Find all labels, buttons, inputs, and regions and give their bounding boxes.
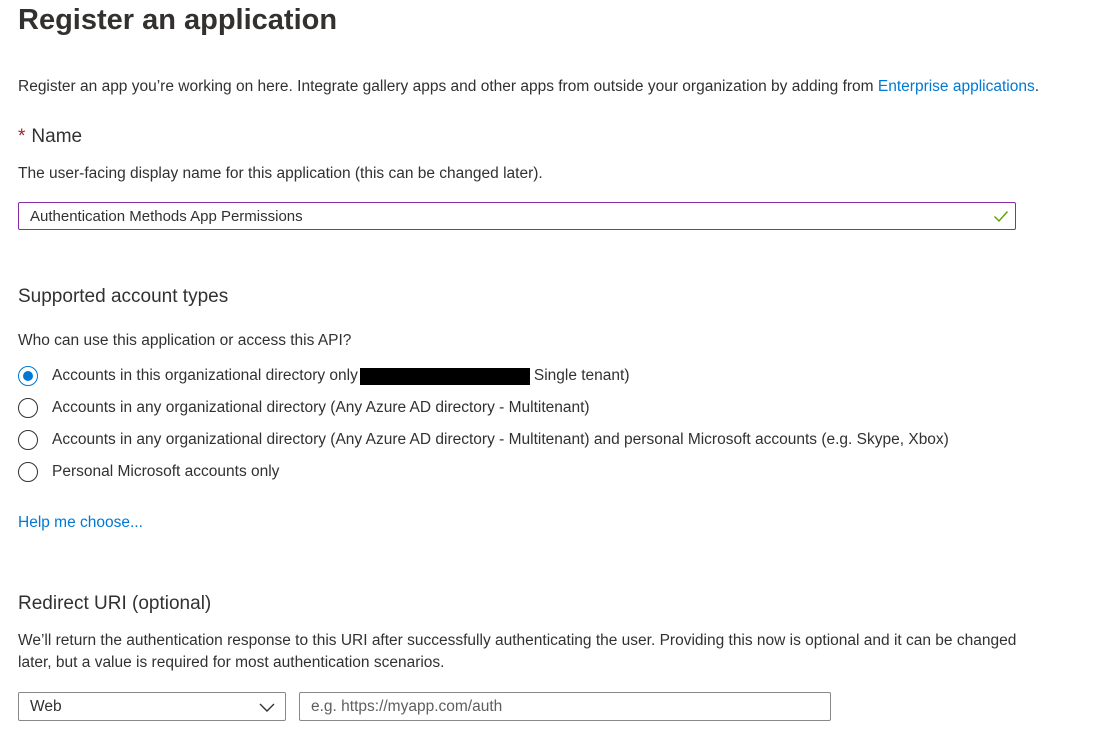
required-marker: * (18, 126, 26, 147)
name-description: The user-facing display name for this ap… (18, 165, 543, 182)
radio-button[interactable] (18, 398, 38, 418)
intro-description: Register an app you’re working on here. … (18, 78, 878, 95)
option-label: Personal Microsoft accounts only (52, 463, 280, 480)
redacted-tenant-name (359, 367, 530, 385)
radio-button[interactable] (18, 430, 38, 450)
intro-text: Register an app you’re working on here. … (18, 78, 1039, 96)
name-heading-label: Name (31, 126, 83, 147)
account-types-heading: Supported account types (18, 286, 229, 307)
app-name-input[interactable] (19, 203, 981, 229)
redirect-uri-input[interactable] (300, 693, 822, 720)
help-me-choose-link[interactable]: Help me choose... (18, 514, 143, 532)
platform-dropdown[interactable]: Web (18, 692, 286, 721)
option-label: Accounts in any organizational directory… (52, 431, 949, 448)
account-option-multitenant-personal[interactable]: Accounts in any organizational directory… (18, 428, 949, 452)
account-option-single-tenant[interactable]: Accounts in this organizational director… (18, 364, 630, 388)
chevron-down-icon (259, 703, 275, 712)
register-app-page: Register an application Register an app … (0, 0, 1101, 744)
account-types-question: Who can use this application or access t… (18, 332, 352, 349)
name-field (18, 202, 1016, 230)
page-title: Register an application (18, 4, 338, 36)
option-label-prefix: Accounts in this organizational director… (52, 367, 358, 384)
redirect-uri-description: We’ll return the authentication response… (18, 632, 1017, 671)
redirect-uri-field (299, 692, 831, 721)
account-option-multitenant[interactable]: Accounts in any organizational directory… (18, 396, 590, 420)
intro-suffix: . (1034, 78, 1040, 95)
checkmark-icon (994, 211, 1009, 223)
enterprise-applications-link[interactable]: Enterprise applications (878, 78, 1035, 95)
radio-button-selected[interactable] (18, 366, 38, 386)
platform-selected-value: Web (30, 698, 62, 715)
radio-button[interactable] (18, 462, 38, 482)
account-option-personal-only[interactable]: Personal Microsoft accounts only (18, 460, 279, 484)
option-label-suffix: Single tenant) (533, 367, 630, 384)
option-label: Accounts in any organizational directory… (52, 399, 590, 416)
name-heading: * Name (18, 126, 82, 148)
redirect-uri-heading: Redirect URI (optional) (18, 593, 212, 614)
